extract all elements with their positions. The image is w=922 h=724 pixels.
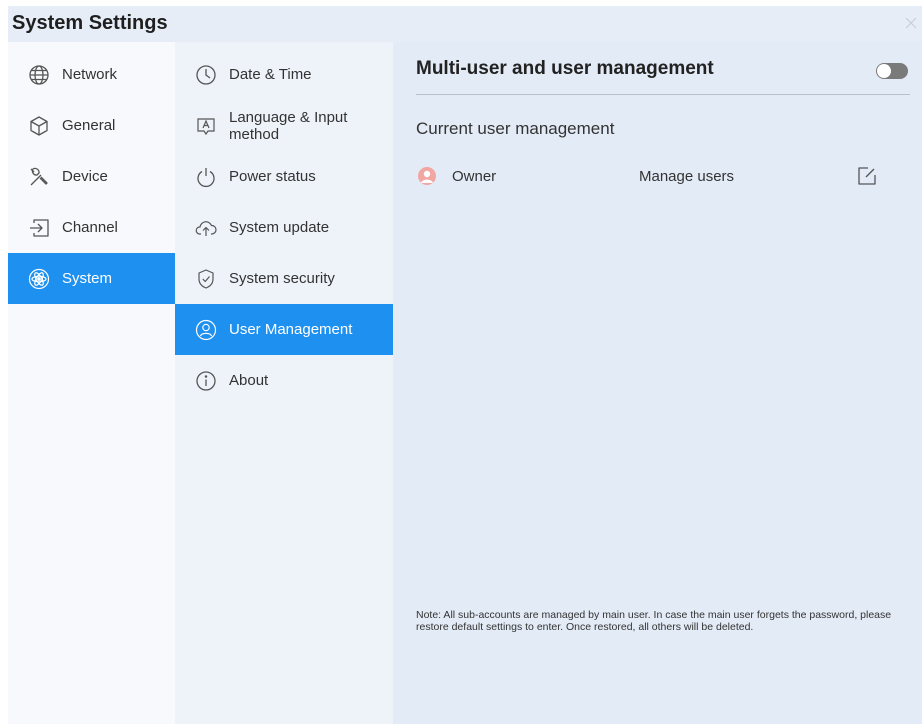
edit-icon[interactable] (856, 165, 878, 187)
category-sidebar: Network General Device Channel System (8, 42, 175, 724)
user-name: Owner (452, 168, 497, 185)
toggle-knob (877, 64, 891, 78)
sidebar-item-network[interactable]: Network (8, 49, 175, 100)
close-icon[interactable] (904, 16, 918, 30)
submenu-item-label: System security (229, 270, 335, 287)
sidebar-item-label: Network (62, 66, 118, 83)
submenu-item-label: User Management (229, 321, 353, 338)
keyboard-letter-icon (195, 115, 217, 137)
tools-icon (28, 166, 50, 188)
note-text: Note: All sub-accounts are managed by ma… (416, 609, 892, 633)
avatar (418, 167, 436, 185)
detail-panel: Multi-user and user management Current u… (393, 42, 922, 724)
title-bar: System Settings (8, 6, 922, 42)
divider (416, 94, 910, 95)
globe-icon (28, 64, 50, 86)
sidebar-item-channel[interactable]: Channel (8, 202, 175, 253)
user-circle-icon (195, 319, 217, 341)
shield-check-icon (195, 268, 217, 290)
submenu-item-label: Date & Time (229, 66, 312, 83)
section-title: Multi-user and user management (416, 58, 714, 79)
submenu-item-user-management[interactable]: User Management (175, 304, 393, 355)
manage-users-link[interactable]: Manage users (639, 168, 734, 185)
power-icon (195, 166, 217, 188)
info-icon (195, 370, 217, 392)
multi-user-toggle[interactable] (876, 63, 908, 79)
settings-window: System Settings Network General Device C… (8, 6, 922, 724)
cube-icon (28, 115, 50, 137)
submenu-item-label: About (229, 372, 269, 389)
submenu-item-system-update[interactable]: System update (175, 202, 393, 253)
submenu-item-about[interactable]: About (175, 355, 393, 406)
submenu-item-power-status[interactable]: Power status (175, 151, 393, 202)
submenu-item-language-input[interactable]: Language & Input method (175, 100, 393, 151)
submenu-item-system-security[interactable]: System security (175, 253, 393, 304)
sidebar-item-label: Channel (62, 219, 118, 236)
sidebar-item-general[interactable]: General (8, 100, 175, 151)
sidebar-item-label: System (62, 270, 113, 287)
sidebar-item-system[interactable]: System (8, 253, 175, 304)
sidebar-item-label: General (62, 117, 116, 134)
submenu-item-label: System update (229, 219, 330, 236)
cloud-upload-icon (195, 217, 217, 239)
app-title: System Settings (12, 12, 168, 34)
user-row: Owner Manage users (416, 162, 886, 190)
sidebar-item-device[interactable]: Device (8, 151, 175, 202)
clock-icon (195, 64, 217, 86)
submenu-item-date-time[interactable]: Date & Time (175, 49, 393, 100)
submenu-item-label: Language & Input method (229, 108, 348, 143)
atom-icon (28, 268, 50, 290)
input-source-icon (28, 217, 50, 239)
current-user-heading: Current user management (416, 119, 615, 138)
system-submenu: Date & Time Language & Input method Powe… (175, 42, 393, 724)
sidebar-item-label: Device (62, 168, 108, 185)
submenu-item-label: Power status (229, 168, 316, 185)
